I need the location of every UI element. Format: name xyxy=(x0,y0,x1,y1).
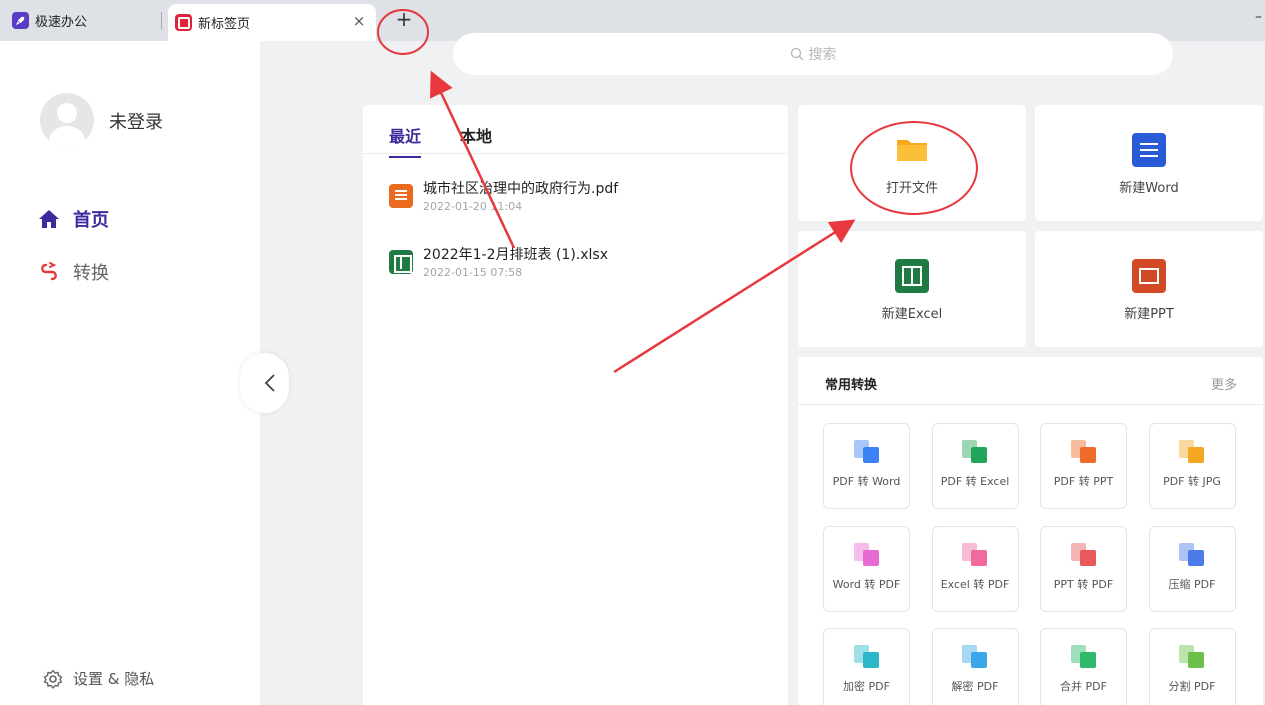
word-to-pdf-icon xyxy=(853,542,880,567)
conversion-compress-pdf[interactable]: 压缩 PDF xyxy=(1148,525,1236,612)
sidebar-item-convert[interactable]: 转换 xyxy=(38,259,109,285)
settings-privacy-link[interactable]: 设置 & 隐私 xyxy=(43,668,154,689)
tab-local[interactable]: 本地 xyxy=(460,123,492,147)
sidebar-item-home[interactable]: 首页 xyxy=(38,206,109,232)
tab-separator xyxy=(161,12,162,30)
conversion-label: PPT 转 PDF xyxy=(1053,577,1114,591)
settings-label: 设置 & 隐私 xyxy=(73,670,155,688)
more-link[interactable]: 更多 xyxy=(1211,374,1237,393)
recent-files-panel: 最近 本地 城市社区治理中的政府行为.pdf 2022-01-20 11:04 … xyxy=(363,105,788,705)
sidebar-item-label: 首页 xyxy=(73,210,109,231)
conversion-ppt-to-pdf[interactable]: PPT 转 PDF xyxy=(1040,525,1127,612)
sidebar-collapse-button[interactable] xyxy=(240,353,289,413)
folder-icon xyxy=(897,140,927,161)
conversion-pdf-to-excel[interactable]: PDF 转 Excel xyxy=(931,423,1019,509)
pdf-to-excel-icon xyxy=(962,440,988,464)
new-excel-button[interactable]: 新建Excel xyxy=(798,231,1026,347)
rocket-icon xyxy=(12,12,29,29)
split-pdf-icon xyxy=(1179,645,1205,669)
conversion-split-pdf[interactable]: 分割 PDF xyxy=(1148,628,1236,705)
home-icon xyxy=(39,210,59,228)
conversion-label: 压缩 PDF xyxy=(1168,577,1216,591)
close-icon[interactable]: × xyxy=(350,12,368,30)
merge-pdf-icon xyxy=(1070,645,1097,669)
new-word-button[interactable]: 新建Word xyxy=(1035,105,1263,221)
chevron-left-icon xyxy=(264,374,275,392)
tab-new-tab[interactable]: 新标签页 × xyxy=(168,4,376,41)
conversion-label: 分割 PDF xyxy=(1168,680,1216,693)
action-label: 新建PPT xyxy=(1124,307,1174,322)
file-item[interactable]: 城市社区治理中的政府行为.pdf 2022-01-20 11:04 xyxy=(389,180,618,213)
conversion-excel-to-pdf[interactable]: Excel 转 PDF xyxy=(931,525,1019,612)
conversion-label: Word 转 PDF xyxy=(832,577,901,591)
conversion-label: PDF 转 JPG xyxy=(1163,475,1221,488)
conversion-decrypt-pdf[interactable]: 解密 PDF xyxy=(931,628,1019,705)
pdf-to-ppt-icon xyxy=(1070,440,1097,464)
action-label: 打开文件 xyxy=(885,181,938,196)
encrypt-pdf-icon xyxy=(853,645,880,669)
conversion-label: 合并 PDF xyxy=(1060,680,1107,693)
window-minimize-button[interactable]: – xyxy=(1255,9,1262,25)
conversion-label: PDF 转 Excel xyxy=(940,475,1010,488)
divider xyxy=(363,153,788,154)
conversion-pdf-to-ppt[interactable]: PDF 转 PPT xyxy=(1040,423,1127,509)
section-title: 常用转换 xyxy=(825,378,878,393)
sidebar-item-label: 转换 xyxy=(73,263,109,284)
compress-pdf-icon xyxy=(1179,542,1205,567)
conversion-label: 解密 PDF xyxy=(951,680,999,693)
sidebar: 未登录 首页 转换 设置 & 隐私 xyxy=(0,41,260,705)
add-tab-button[interactable]: + xyxy=(392,8,416,32)
divider xyxy=(798,404,1263,405)
new-tab-icon xyxy=(175,14,192,31)
tab-recent[interactable]: 最近 xyxy=(389,123,422,158)
ppt-to-pdf-icon xyxy=(1070,542,1097,567)
conversion-label: Excel 转 PDF xyxy=(940,577,1010,591)
convert-icon xyxy=(41,262,57,281)
action-label: 新建Excel xyxy=(881,307,943,322)
file-date: 2022-01-20 11:04 xyxy=(423,200,523,213)
excel-to-pdf-icon xyxy=(962,542,988,567)
avatar[interactable] xyxy=(40,93,94,147)
common-conversions-panel: 常用转换 更多 PDF 转 Word PDF 转 Excel PDF 转 PPT PD… xyxy=(798,357,1263,705)
pdf-file-icon xyxy=(389,184,413,208)
conversion-pdf-to-jpg[interactable]: PDF 转 JPG xyxy=(1148,423,1236,509)
excel-file-icon xyxy=(389,250,413,274)
conversion-encrypt-pdf[interactable]: 加密 PDF xyxy=(823,628,910,705)
conversion-label: PDF 转 PPT xyxy=(1053,475,1114,488)
tab-app[interactable]: 极速办公 xyxy=(0,0,162,41)
file-item[interactable]: 2022年1-2月排班表 (1).xlsx 2022-01-15 07:58 xyxy=(389,246,608,279)
conversion-word-to-pdf[interactable]: Word 转 PDF xyxy=(823,525,910,612)
open-file-button[interactable]: 打开文件 xyxy=(798,105,1026,221)
ppt-icon xyxy=(1132,259,1166,293)
pdf-to-word-icon xyxy=(853,440,880,464)
username-label[interactable]: 未登录 xyxy=(109,108,163,134)
pdf-to-jpg-icon xyxy=(1179,440,1205,464)
word-icon xyxy=(1132,133,1166,167)
conversion-label: 加密 PDF xyxy=(843,680,890,693)
conversion-merge-pdf[interactable]: 合并 PDF xyxy=(1040,628,1127,705)
action-label: 新建Word xyxy=(1119,181,1179,196)
file-name: 城市社区治理中的政府行为.pdf xyxy=(423,181,619,197)
search-placeholder: 搜索 xyxy=(808,47,837,63)
conversion-label: PDF 转 Word xyxy=(832,475,901,488)
file-date: 2022-01-15 07:58 xyxy=(423,266,523,279)
search-input[interactable]: 搜索 xyxy=(453,33,1173,75)
gear-icon xyxy=(43,669,63,689)
tab-label: 新标签页 xyxy=(198,17,251,32)
conversion-pdf-to-word[interactable]: PDF 转 Word xyxy=(823,423,910,509)
decrypt-pdf-icon xyxy=(962,645,988,669)
file-name: 2022年1-2月排班表 (1).xlsx xyxy=(423,247,608,263)
new-ppt-button[interactable]: 新建PPT xyxy=(1035,231,1263,347)
excel-icon xyxy=(895,259,929,293)
search-icon xyxy=(790,47,803,61)
tab-label: 极速办公 xyxy=(35,15,88,30)
